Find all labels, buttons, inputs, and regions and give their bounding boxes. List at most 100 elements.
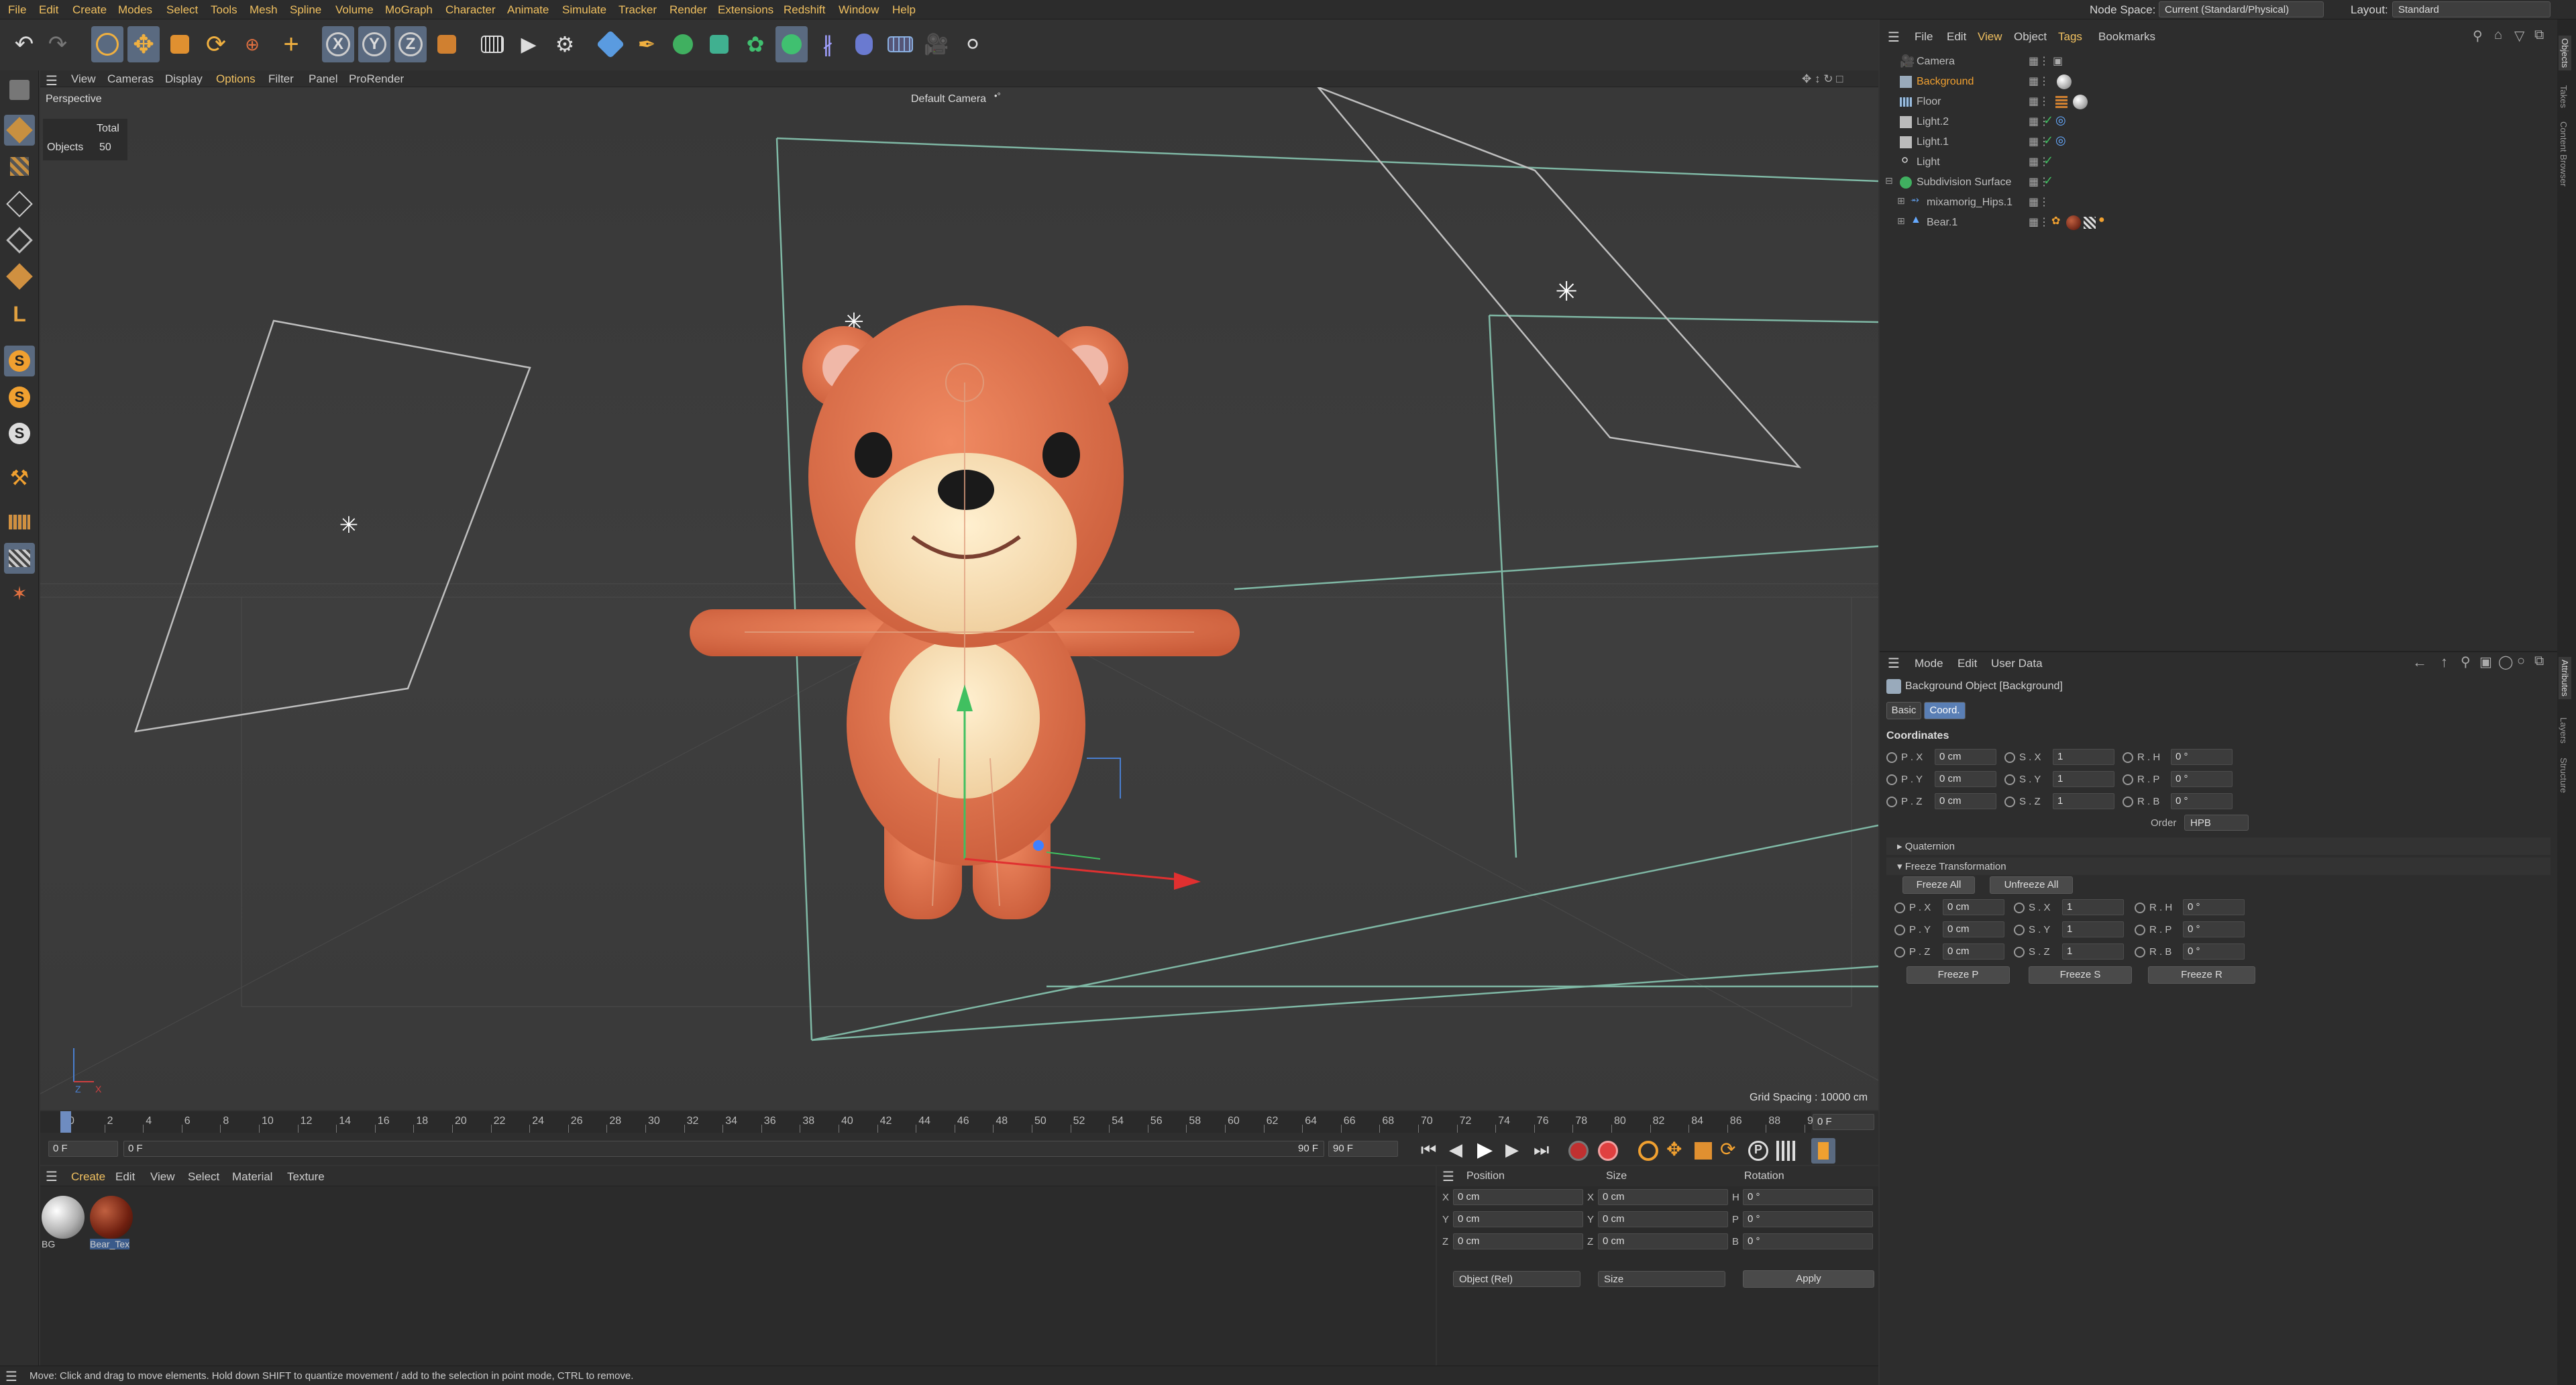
keyframe-radio-icon[interactable] xyxy=(1894,903,1905,913)
key-scale-icon[interactable] xyxy=(1695,1142,1712,1160)
attribute-new-window-icon[interactable]: ⧉ xyxy=(2534,654,2544,669)
tag-icon[interactable]: ▣ xyxy=(2053,54,2063,68)
keyframe-radio-icon[interactable] xyxy=(2123,797,2133,807)
attribute-menu-mode[interactable]: Mode xyxy=(1915,657,1943,670)
coord-param-field[interactable]: 0 ° xyxy=(2183,899,2245,915)
model-mode-button[interactable] xyxy=(4,115,35,146)
timeline-toggle-button[interactable] xyxy=(1811,1138,1835,1164)
check-icon[interactable]: ✓ xyxy=(2043,154,2053,168)
menu-file[interactable]: File xyxy=(8,3,26,17)
material-menu-create[interactable]: Create xyxy=(71,1170,105,1184)
quaternion-section[interactable]: ▸ Quaternion xyxy=(1886,837,2551,855)
side-tab-takes[interactable]: Takes xyxy=(2559,85,2569,108)
object-row-camera[interactable]: 🎥 Camera ▦⋮ ▣ xyxy=(1880,52,2557,72)
go-to-start-icon[interactable]: ⏮ xyxy=(1421,1139,1436,1161)
compositing-tag-icon[interactable] xyxy=(2055,96,2068,108)
coord-size-dropdown[interactable]: Size xyxy=(1598,1271,1725,1287)
object-row-floor[interactable]: Floor ▦⋮ xyxy=(1880,92,2557,112)
weight-tag-icon[interactable] xyxy=(2084,217,2096,229)
viewport-menu-cameras[interactable]: Cameras xyxy=(107,72,154,86)
expand-collapse-icon[interactable]: ⊞ xyxy=(1897,215,1905,227)
edges-mode-button[interactable] xyxy=(4,225,35,256)
keyframe-selection-icon[interactable] xyxy=(1638,1141,1658,1161)
node-space-dropdown[interactable]: Current (Standard/Physical) xyxy=(2159,1,2324,17)
keyframe-radio-icon[interactable] xyxy=(1894,925,1905,935)
object-row-light[interactable]: ⚪ Light ▦⋮ ✓ xyxy=(1880,152,2557,172)
coord-param-field[interactable]: 0 ° xyxy=(2171,771,2233,787)
freeze-section[interactable]: ▾ Freeze Transformation xyxy=(1886,858,2551,875)
object-menu-tags[interactable]: Tags xyxy=(2058,30,2082,44)
object-menu-object[interactable]: Object xyxy=(2014,30,2047,44)
apply-button[interactable]: Apply xyxy=(1743,1270,1874,1288)
coord-param-field[interactable]: 1 xyxy=(2062,943,2124,960)
attribute-menu-userdata[interactable]: User Data xyxy=(1991,657,2043,670)
undo-button[interactable]: ↶ xyxy=(8,26,40,62)
go-to-end-icon[interactable]: ⏭ xyxy=(1534,1139,1549,1161)
object-row-hips[interactable]: ⊞ ⥇ mixamorig_Hips.1 ▦⋮ xyxy=(1880,193,2557,213)
object-row-light2[interactable]: Light.2 ▦⋮ ✓ ◎ xyxy=(1880,112,2557,132)
attribute-hamburger-icon[interactable]: ☰ xyxy=(1888,655,1900,672)
menu-volume[interactable]: Volume xyxy=(335,3,374,17)
side-tab-structure[interactable]: Structure xyxy=(2559,758,2569,793)
coord-param-field[interactable]: 1 xyxy=(2053,749,2114,765)
extrude-button[interactable] xyxy=(703,26,735,62)
rotate-tool-button[interactable]: ⟳ xyxy=(200,26,232,62)
keyframe-radio-icon[interactable] xyxy=(2135,947,2145,958)
coord-value-field[interactable]: 0 cm xyxy=(1453,1211,1583,1227)
object-menu-file[interactable]: File xyxy=(1915,30,1933,44)
key-pla-icon[interactable] xyxy=(1776,1141,1796,1161)
material-swatch-bg[interactable]: BG xyxy=(42,1196,87,1256)
keyframe-radio-icon[interactable] xyxy=(2014,947,2025,958)
coord-value-field[interactable]: 0 cm xyxy=(1453,1233,1583,1249)
coord-param-field[interactable]: 1 xyxy=(2053,793,2114,809)
side-tab-content-browser[interactable]: Content Browser xyxy=(2559,121,2569,187)
render-settings-button[interactable]: ⚙ xyxy=(549,26,581,62)
menu-modes[interactable]: Modes xyxy=(118,3,152,17)
points-mode-button[interactable] xyxy=(4,189,35,219)
menu-render[interactable]: Render xyxy=(669,3,707,17)
light-button[interactable]: ⚪ xyxy=(957,26,989,62)
material-menu-select[interactable]: Select xyxy=(188,1170,219,1184)
status-hamburger-icon[interactable]: ☰ xyxy=(5,1368,17,1385)
keyframe-radio-icon[interactable] xyxy=(2004,752,2015,763)
polygons-mode-button[interactable] xyxy=(4,261,35,292)
target-tag-icon[interactable]: ◎ xyxy=(2055,113,2066,127)
axis-mode-button[interactable]: L xyxy=(4,299,35,329)
menu-mesh[interactable]: Mesh xyxy=(250,3,278,17)
cloner-button[interactable]: ✿ xyxy=(739,26,771,62)
visibility-dots-icon[interactable]: ▦⋮ xyxy=(2029,74,2049,88)
viewport-menu-prorender[interactable]: ProRender xyxy=(349,72,404,86)
current-frame-field[interactable]: 0 F xyxy=(1813,1114,1874,1130)
coord-hamburger-icon[interactable]: ☰ xyxy=(1442,1168,1454,1185)
expand-collapse-icon[interactable]: ⊞ xyxy=(1897,195,1905,207)
field-button[interactable] xyxy=(848,26,880,62)
side-tab-attributes[interactable]: Attributes xyxy=(2559,657,2571,699)
render-region-button[interactable] xyxy=(476,26,508,62)
check-icon[interactable]: ✓ xyxy=(2043,134,2053,148)
floor-button[interactable] xyxy=(884,26,916,62)
object-row-background[interactable]: Background ▦⋮ xyxy=(1880,72,2557,92)
target-tag-icon[interactable]: ◎ xyxy=(2055,134,2066,148)
playhead[interactable] xyxy=(60,1111,71,1133)
menu-edit[interactable]: Edit xyxy=(39,3,58,17)
render-view-button[interactable]: ▶ xyxy=(513,26,545,62)
keyframe-radio-icon[interactable] xyxy=(1894,947,1905,958)
coord-param-field[interactable]: 0 ° xyxy=(2171,749,2233,765)
material-menu-edit[interactable]: Edit xyxy=(115,1170,135,1184)
expand-collapse-icon[interactable]: ⊟ xyxy=(1885,175,1893,187)
coord-value-field[interactable]: 0 ° xyxy=(1743,1233,1873,1249)
key-rotation-icon[interactable]: ⟳ xyxy=(1720,1138,1735,1160)
transform-tool-button[interactable]: ⊕ xyxy=(236,26,268,62)
coord-param-field[interactable]: 0 ° xyxy=(2183,943,2245,960)
coord-param-field[interactable]: 1 xyxy=(2062,921,2124,937)
object-menu-bookmarks[interactable]: Bookmarks xyxy=(2098,30,2155,44)
menu-select[interactable]: Select xyxy=(166,3,198,17)
layout-dropdown[interactable]: Standard xyxy=(2392,1,2551,17)
quantize-button[interactable]: ✶ xyxy=(4,578,35,609)
object-hamburger-icon[interactable]: ☰ xyxy=(1888,29,1900,46)
object-row-subdivision[interactable]: ⊟ Subdivision Surface ▦⋮ ✓ xyxy=(1880,172,2557,193)
autokey-icon[interactable] xyxy=(1598,1141,1618,1161)
settings-circle-icon[interactable]: ◯ xyxy=(2498,654,2513,670)
lock-icon[interactable]: ▣ xyxy=(2479,654,2492,670)
keyframe-radio-icon[interactable] xyxy=(2014,925,2025,935)
